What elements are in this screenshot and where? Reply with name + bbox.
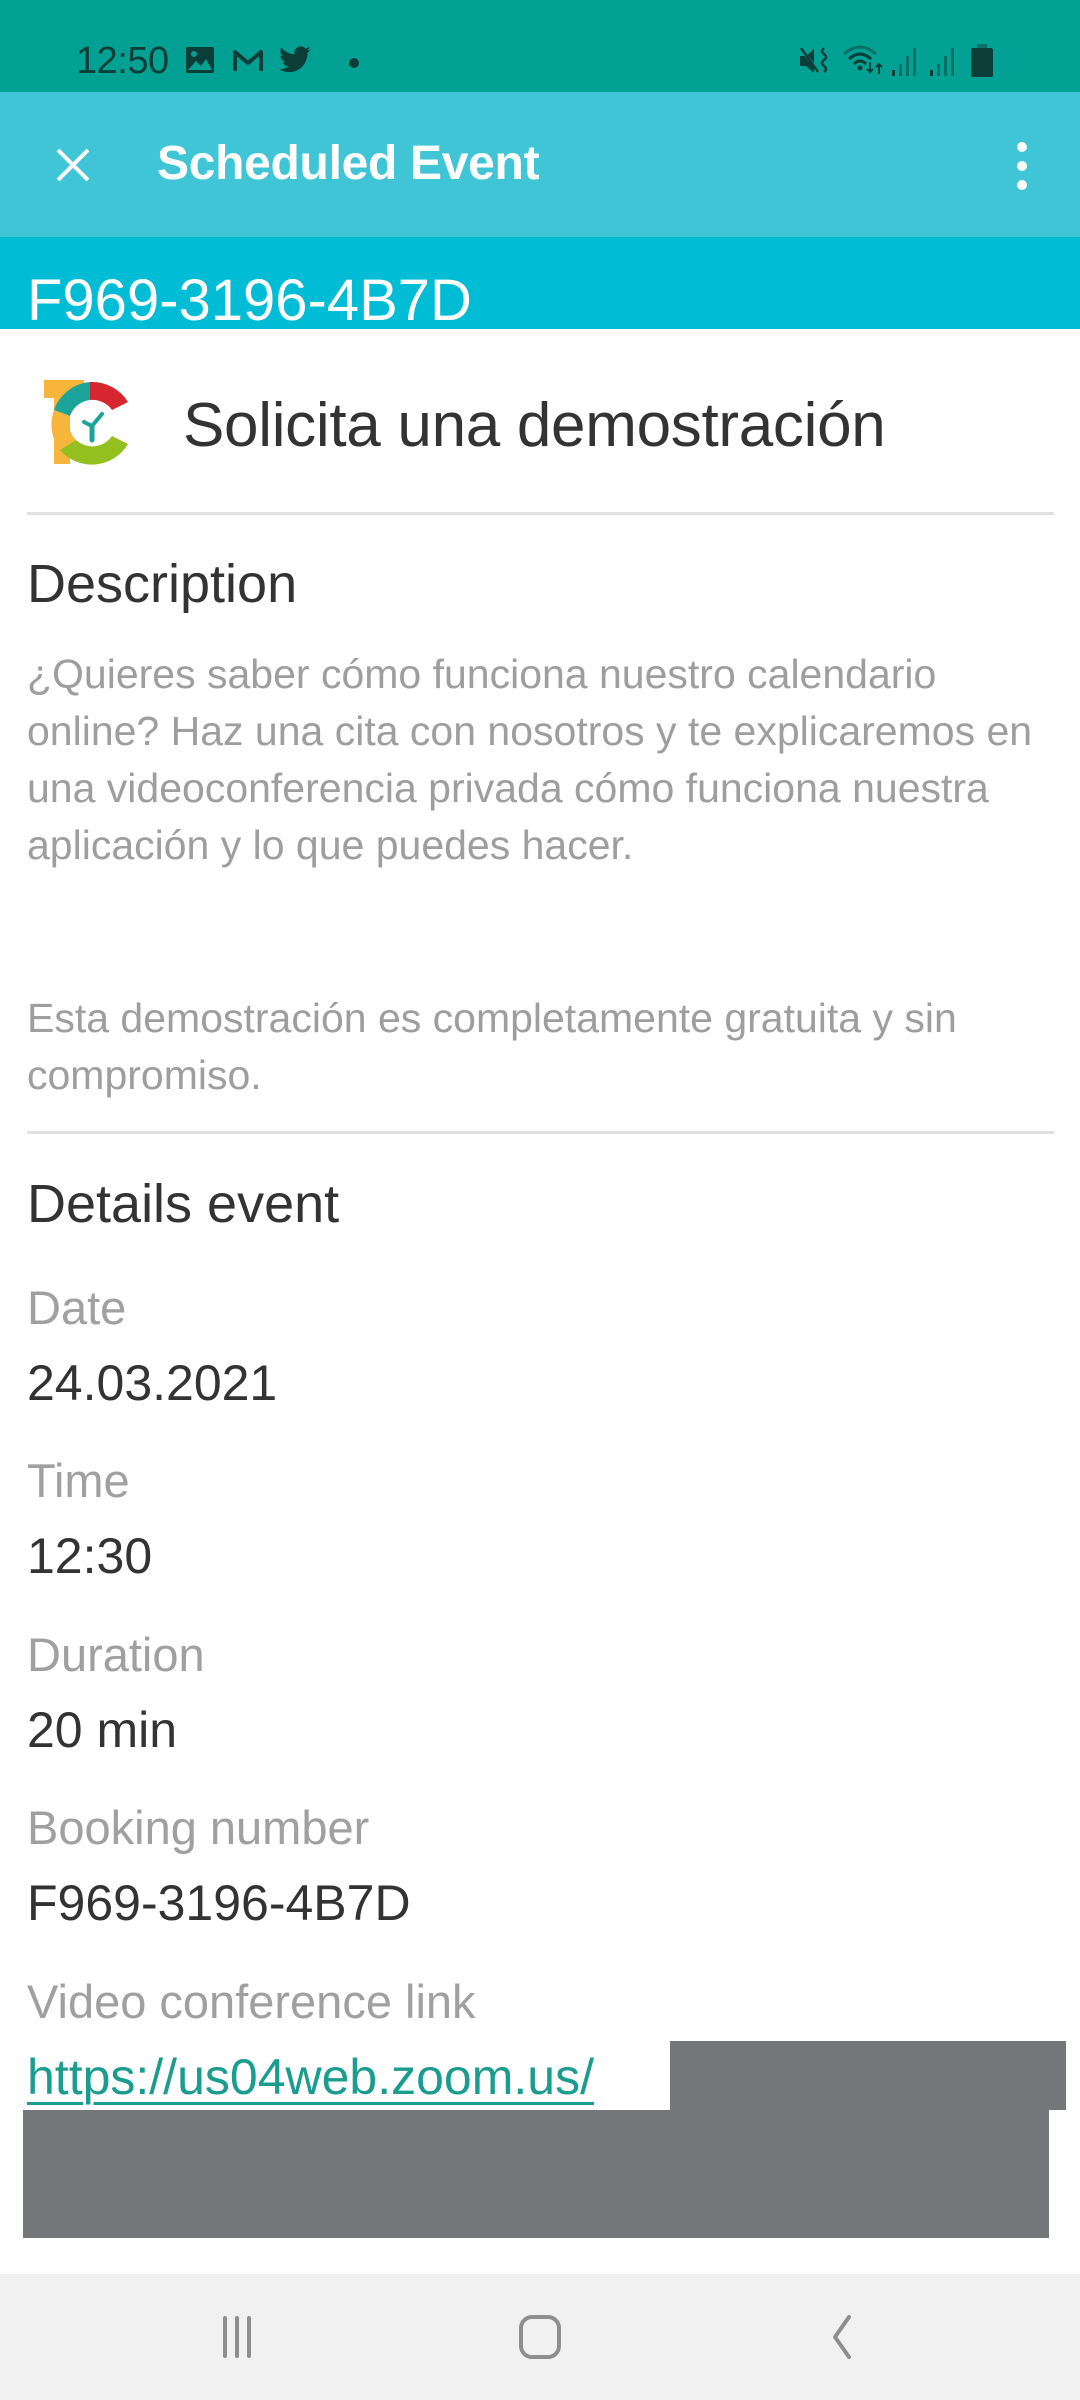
status-time: 12:50 [76, 40, 169, 82]
status-bar: 12:50 [0, 0, 1080, 92]
wifi-icon [843, 45, 883, 74]
screen-title: Scheduled Event [157, 137, 540, 190]
video-conference-link[interactable]: https://us04web.zoom.us/ [27, 2048, 594, 2106]
gallery-icon [186, 47, 214, 73]
more-vert-icon [1017, 161, 1027, 171]
description-paragraph: ¿Quieres saber cómo funciona nuestro cal… [27, 651, 1033, 868]
tc-clock-logo [44, 380, 128, 465]
app-bar: Scheduled Event [0, 92, 1080, 237]
battery-icon [971, 44, 993, 77]
signal-icon [930, 48, 954, 76]
system-nav-bar [0, 2274, 1080, 2400]
back-icon [833, 2315, 851, 2359]
booking-number-label: Booking number [27, 1801, 370, 1854]
more-notifications-dot [349, 58, 359, 68]
recents-icon [223, 2316, 251, 2358]
home-button[interactable] [440, 2274, 640, 2400]
description-paragraph: Esta demostración es completamente gratu… [27, 995, 957, 1098]
scheduled-event-screen: 12:50 Scheduled Event F969-3196-4B7D Sol… [0, 0, 1080, 2400]
divider [27, 512, 1054, 515]
booking-code-header: F969-3196-4B7D [0, 237, 1080, 329]
twitter-icon [279, 46, 311, 73]
signal-icon [892, 48, 916, 76]
gmail-icon [233, 50, 263, 71]
time-value: 12:30 [27, 1528, 153, 1584]
more-vert-icon [1017, 142, 1027, 152]
duration-label: Duration [27, 1628, 205, 1681]
video-link-label: Video conference link [27, 1975, 476, 2028]
date-label: Date [27, 1281, 127, 1334]
close-icon [56, 148, 90, 182]
recents-button[interactable] [137, 2274, 337, 2400]
details-heading: Details event [27, 1174, 340, 1234]
home-icon [519, 2315, 561, 2359]
back-button[interactable] [742, 2274, 942, 2400]
mute-vibrate-icon [799, 47, 828, 74]
booking-code-header-text: F969-3196-4B7D [27, 268, 472, 329]
divider [27, 1131, 1054, 1134]
description-heading: Description [27, 554, 298, 614]
booking-number-value: F969-3196-4B7D [27, 1875, 411, 1931]
close-button[interactable] [40, 132, 106, 198]
time-label: Time [27, 1454, 130, 1507]
date-value: 24.03.2021 [27, 1355, 278, 1411]
duration-value: 20 min [27, 1702, 178, 1758]
redacted-region [23, 2110, 1049, 2238]
more-options-button[interactable] [1000, 136, 1044, 196]
more-vert-icon [1017, 180, 1027, 190]
event-title: Solicita una demostración [183, 391, 886, 460]
redacted-region [670, 2041, 1066, 2110]
